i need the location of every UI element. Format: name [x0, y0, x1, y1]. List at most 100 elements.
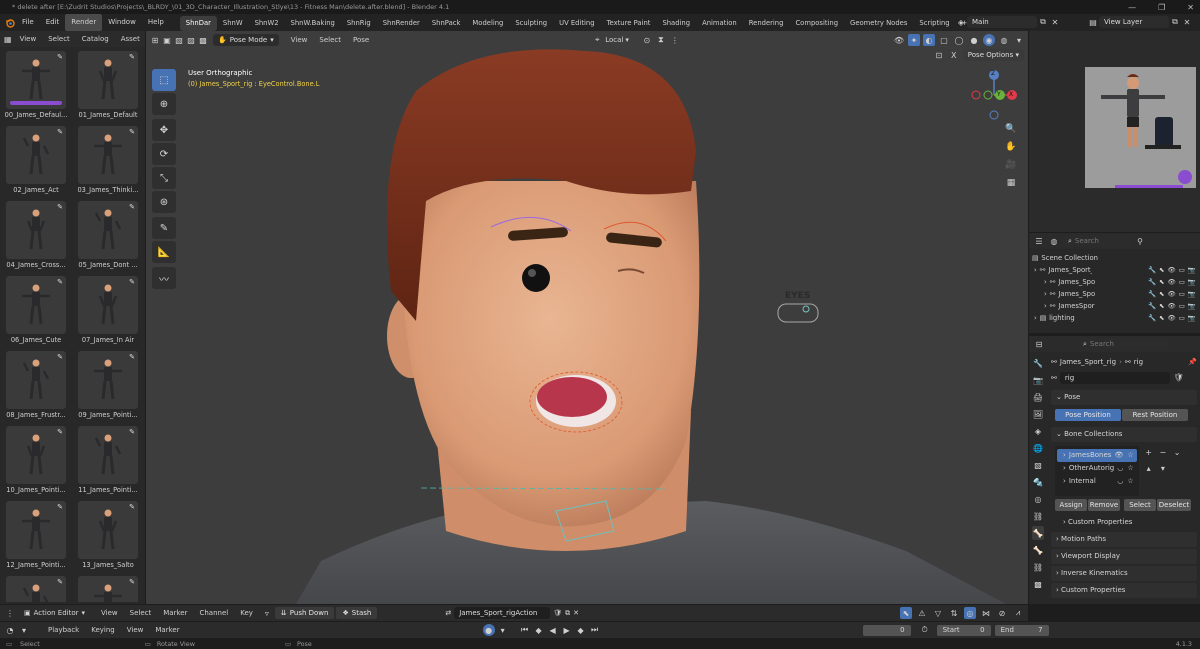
edit-asset-icon[interactable]: ✎ [129, 128, 135, 136]
asset-item[interactable]: ✎ 10_James_Pointi... [3, 426, 69, 501]
bone-tab-icon[interactable]: 🦴 [1032, 543, 1044, 557]
outliner-item[interactable]: › ▤ lighting 🔧 ⬉ 👁 ▭ 📷 [1032, 312, 1200, 324]
view-layer-icon[interactable]: ▤ [1087, 16, 1099, 28]
push-down-button[interactable]: ⇊ Push Down [274, 607, 335, 619]
action-name-field[interactable]: James_Sport_rigAction [454, 607, 551, 619]
duplicate-view-layer-icon[interactable]: ⧉ [1169, 16, 1181, 28]
measure-icon[interactable]: 📐 [152, 241, 176, 263]
scene-icon[interactable]: ◈ [955, 16, 967, 28]
pan-hand-icon[interactable]: ✋ [1005, 141, 1017, 153]
asset-item[interactable]: ✎ 13_James_Salto [75, 501, 141, 576]
mode-dropdown[interactable]: ✋ Pose Mode ▾ [213, 34, 279, 46]
fake-user-icon[interactable]: 🛡 [553, 609, 562, 617]
modifier-icon[interactable]: 🔧 [1148, 312, 1156, 324]
end-frame-field[interactable]: End 7 [994, 624, 1049, 636]
remove-button[interactable]: Remove [1088, 499, 1120, 511]
keying-set-icon[interactable]: ▾ [497, 624, 509, 636]
scene-name-field[interactable]: Main [967, 16, 1037, 28]
gizmo-icon[interactable]: ✦ [908, 34, 920, 46]
display-mode-icon[interactable]: ◍ [1048, 235, 1060, 247]
action-menu-marker[interactable]: Marker [157, 606, 193, 620]
snap-settings-icon[interactable]: ⋮ [669, 34, 681, 46]
relax-pose-icon[interactable]: 〰 [152, 267, 176, 289]
tab-shnw-baking[interactable]: ShnW.Baking [285, 16, 341, 31]
scene-tab-icon[interactable]: ◈ [1032, 424, 1044, 438]
dopesheet-icon[interactable]: ⋮ [4, 607, 16, 619]
action-browse-icon[interactable]: ⇄ [445, 609, 451, 617]
play-reverse-icon[interactable]: ◀ [547, 624, 559, 636]
eye-icon[interactable]: 👁 [1167, 264, 1175, 276]
minimize-icon[interactable]: — [1128, 3, 1136, 12]
pose-section-header[interactable]: ⌄ Pose [1051, 390, 1197, 405]
properties-search[interactable]: ⌕ Search [1078, 338, 1170, 350]
select-box-icon[interactable]: ⬚ [152, 69, 176, 91]
overlay-icon[interactable]: ⊘ [996, 607, 1008, 619]
outliner-item[interactable]: › ⚯ JamesSpor 🔧 ⬉ 👁 ▭ 📷 [1032, 300, 1200, 312]
tab-animation[interactable]: Animation [696, 16, 743, 31]
asset-menu-select[interactable]: Select [42, 32, 76, 46]
edit-asset-icon[interactable]: ✎ [57, 578, 63, 586]
assign-button[interactable]: Assign [1055, 499, 1087, 511]
edit-asset-icon[interactable]: ✎ [129, 203, 135, 211]
edit-asset-icon[interactable]: ✎ [57, 353, 63, 361]
solo-star-icon[interactable]: ☆ [1127, 475, 1133, 488]
chevron-right-icon[interactable]: › [1063, 462, 1066, 475]
current-frame-field[interactable]: 0 [862, 624, 911, 636]
solo-star-icon[interactable]: ☆ [1127, 449, 1133, 462]
edit-asset-icon[interactable]: ✎ [129, 53, 135, 61]
tab-shnpack[interactable]: ShnPack [426, 16, 467, 31]
select-extend-icon[interactable]: ▧ [173, 34, 185, 46]
tab-geometry-nodes[interactable]: Geometry Nodes [844, 16, 913, 31]
auto-snap-icon[interactable]: ⋈ [980, 607, 992, 619]
viewport-icon[interactable]: ▭ [1179, 312, 1185, 324]
jump-start-icon[interactable]: ⏮ [519, 624, 531, 636]
timeline-menu-view[interactable]: View [121, 623, 150, 637]
asset-item[interactable]: ✎ 06_James_Cute [3, 276, 69, 351]
render-icon[interactable]: 📷 [1188, 312, 1196, 324]
section-custom-properties[interactable]: › Custom Properties [1051, 583, 1197, 598]
asset-item[interactable]: ✎ 04_James_Cross... [3, 201, 69, 276]
new-action-icon[interactable]: ⧉ [565, 609, 570, 618]
stash-button[interactable]: ❖ Stash [336, 607, 378, 619]
auto-keying-icon[interactable]: ● [482, 624, 495, 636]
select-invert-icon[interactable]: ▩ [197, 34, 209, 46]
fake-user-icon[interactable]: 🛡 [1173, 372, 1185, 384]
blender-logo-icon[interactable] [4, 17, 16, 29]
x-mirror-icon[interactable]: X [948, 49, 960, 61]
viewport-icon[interactable]: ▭ [1179, 288, 1185, 300]
render-icon[interactable]: 📷 [1188, 264, 1196, 276]
edit-asset-icon[interactable]: ✎ [129, 503, 135, 511]
timeline-menu-playback[interactable]: Playback [42, 623, 85, 637]
tab-scripting[interactable]: Scripting [913, 16, 955, 31]
chevron-right-icon[interactable]: › [1063, 449, 1066, 462]
transform-icon[interactable]: ⊛ [152, 191, 176, 213]
material-shading-icon[interactable]: ◉ [983, 34, 995, 46]
asset-item[interactable]: ✎ 05_James_Dont ... [75, 201, 141, 276]
action-menu-channel[interactable]: Channel [193, 606, 234, 620]
eye-icon[interactable]: 👁 [1114, 449, 1123, 462]
action-editor-mode-dropdown[interactable]: ▣ Action Editor ▾ [24, 609, 85, 617]
edit-asset-icon[interactable]: ✎ [129, 428, 135, 436]
remove-icon[interactable]: − [1157, 446, 1169, 458]
action-menu-select[interactable]: Select [124, 606, 158, 620]
ortho-grid-icon[interactable]: ▦ [1005, 177, 1017, 189]
asset-item[interactable]: ✎ 01_James_Default [75, 51, 141, 126]
edit-asset-icon[interactable]: ✎ [129, 278, 135, 286]
physics-tab-icon[interactable]: ◎ [1032, 492, 1044, 506]
chevron-down-icon[interactable]: ⌄ [1171, 446, 1183, 458]
asset-item[interactable]: ✎ 09_James_Pointi... [75, 351, 141, 426]
maximize-icon[interactable]: ❐ [1158, 3, 1165, 12]
chevron-down-icon[interactable]: ▾ [18, 624, 30, 636]
asset-item[interactable]: ✎ 11_James_Pointi... [75, 426, 141, 501]
bone-constraint-tab-icon[interactable]: ⛓ [1032, 560, 1044, 574]
editor-type-icon[interactable]: ⊞ [149, 34, 161, 46]
filter-icon[interactable]: ▿ [261, 607, 273, 619]
solid-shading-icon[interactable]: ● [968, 34, 980, 46]
filters-icon[interactable]: ▽ [932, 607, 944, 619]
outliner-item[interactable]: › ⚯ James_Spo 🔧 ⬉ 👁 ▭ 📷 [1032, 288, 1200, 300]
prev-keyframe-icon[interactable]: ◆ [533, 624, 545, 636]
rest-position-button[interactable]: Rest Position [1122, 409, 1188, 421]
pivot-icon[interactable]: ⊙ [641, 34, 653, 46]
chevron-right-icon[interactable]: › [1034, 312, 1037, 324]
asset-item[interactable]: ✎ 02_James_Act [3, 126, 69, 201]
